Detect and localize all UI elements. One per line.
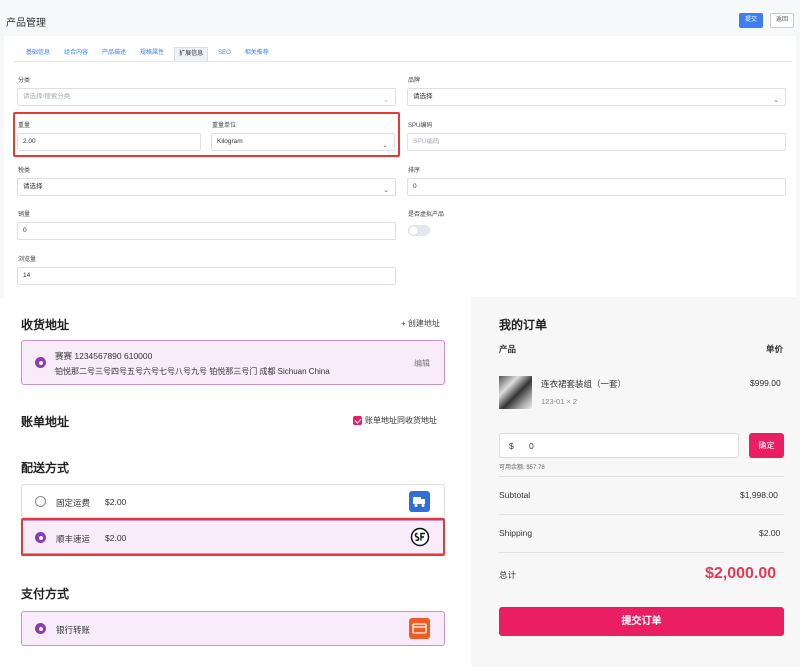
edit-address-button[interactable]: 编辑: [414, 358, 430, 369]
coupon-value: 0: [529, 441, 534, 451]
tax-label: 税类: [18, 168, 31, 174]
new-address-link[interactable]: + 创建地址: [401, 318, 440, 329]
tab-related[interactable]: 相关推荐: [241, 47, 273, 61]
col-product-header: 产品: [499, 344, 517, 354]
page-title: 产品管理: [6, 18, 46, 29]
payment-method-title: 支付方式: [21, 587, 70, 601]
tab-description[interactable]: 产品描述: [98, 47, 130, 61]
chevron-down-icon: ⌄: [383, 97, 389, 104]
brand-select[interactable]: 请选择 ⌄: [407, 88, 786, 106]
coupon-input[interactable]: $ 0: [499, 433, 739, 458]
product-price: $999.00: [750, 378, 781, 388]
sales-label: 销量: [18, 212, 31, 218]
same-as-shipping-label: 账单地址同收货地址: [365, 416, 437, 425]
views-input[interactable]: 14: [17, 267, 396, 285]
divider: [499, 476, 784, 477]
category-label: 分类: [18, 78, 31, 84]
chevron-down-icon: ⌄: [383, 187, 389, 194]
tab-bundle[interactable]: 组合内容: [60, 47, 92, 61]
shipping-value: $2.00: [759, 528, 781, 538]
shipping-radio-fixed[interactable]: [35, 496, 46, 507]
spu-input[interactable]: SPU编码: [407, 133, 786, 151]
sf-highlight-box: [21, 518, 445, 556]
coupon-confirm-button[interactable]: 确定: [749, 433, 784, 458]
brand-label: 品牌: [408, 78, 421, 84]
sf-express-icon: [410, 527, 430, 547]
shipping-address-title: 收货地址: [21, 318, 70, 332]
divider: [499, 514, 784, 515]
order-title: 我的订单: [499, 318, 548, 332]
divider: [499, 552, 784, 553]
weight-highlight-box: [13, 112, 400, 157]
submit-button[interactable]: 提交: [739, 13, 763, 28]
views-label: 浏览量: [18, 257, 37, 263]
shipping-method-title: 配送方式: [21, 461, 70, 475]
same-as-shipping-checkbox[interactable]: [353, 416, 362, 425]
category-placeholder: 请选择/搜索分类: [23, 93, 71, 100]
sort-label: 排序: [408, 168, 421, 174]
back-button[interactable]: 返回: [770, 13, 794, 28]
category-select[interactable]: 请选择/搜索分类 ⌄: [17, 88, 396, 106]
payment-option-bank[interactable]: 银行转账: [21, 611, 445, 646]
virtual-product-toggle[interactable]: [408, 225, 430, 236]
tax-value: 请选择: [23, 183, 43, 190]
brand-value: 请选择: [413, 93, 433, 100]
tab-divider: [14, 61, 792, 62]
place-order-button[interactable]: 提交订单: [499, 607, 784, 636]
sales-input[interactable]: 0: [17, 222, 396, 240]
chevron-down-icon: ⌄: [773, 97, 779, 104]
sort-input[interactable]: 0: [407, 178, 786, 196]
truck-icon: [409, 491, 430, 512]
address-card[interactable]: 赛赛 1234567890 610000 铂悦那二号三号四号五号六号七号八号九号…: [21, 340, 445, 385]
shipping-label: Shipping: [499, 528, 533, 538]
tab-specs[interactable]: 规格属性: [136, 47, 168, 61]
payment-name-bank: 银行转账: [56, 625, 91, 635]
toggle-knob: [409, 226, 418, 235]
product-thumbnail: [499, 376, 532, 409]
product-name: 连衣裙套装组（一套）: [541, 379, 627, 389]
billing-address-title: 账单地址: [21, 415, 70, 429]
shipping-price-fixed: $2.00: [105, 497, 127, 507]
subtotal-label: Subtotal: [499, 490, 531, 500]
total-label: 总计: [499, 570, 517, 580]
address-radio[interactable]: [35, 357, 46, 368]
tab-seo[interactable]: SEO: [214, 47, 235, 61]
product-meta: 123-01 × 2: [541, 397, 578, 406]
balance-note: 可用余额: $57.78: [499, 465, 545, 471]
address-line2: 铂悦那二号三号四号五号六号七号八号九号 铂悦那三号门 成都 Sichuan Ch…: [55, 367, 330, 376]
total-value: $2,000.00: [705, 565, 777, 582]
spu-label: SPU编码: [408, 123, 433, 129]
tab-basic-info[interactable]: 基础信息: [22, 47, 54, 61]
tab-extended-info[interactable]: 扩展信息: [174, 47, 209, 61]
shipping-option-fixed[interactable]: 固定运费 $2.00: [21, 484, 445, 518]
form-card: [4, 36, 796, 297]
bank-card-icon: [409, 618, 430, 639]
coupon-currency: $: [509, 441, 514, 451]
virtual-product-label: 是否虚拟产品: [408, 212, 445, 218]
tab-bar: 基础信息 组合内容 产品描述 规格属性 扩展信息 SEO 相关推荐: [22, 47, 279, 61]
subtotal-value: $1,998.00: [740, 490, 778, 500]
shipping-name-fixed: 固定运费: [56, 498, 91, 508]
payment-radio-bank[interactable]: [35, 623, 46, 634]
col-price-header: 单价: [766, 344, 784, 354]
address-line1: 赛赛 1234567890 610000: [55, 351, 153, 361]
tax-select[interactable]: 请选择 ⌄: [17, 178, 396, 196]
